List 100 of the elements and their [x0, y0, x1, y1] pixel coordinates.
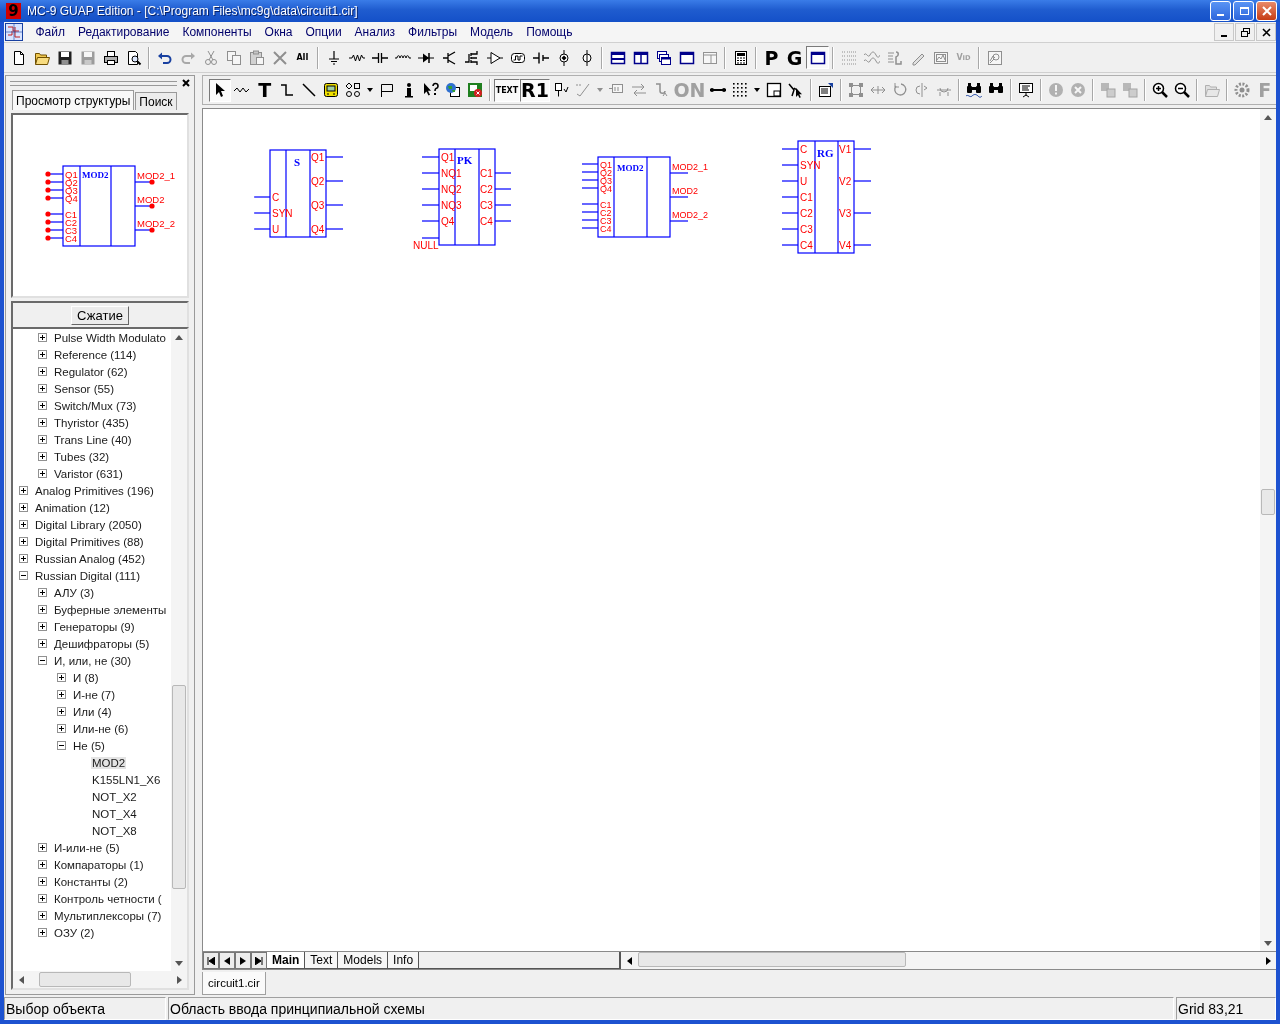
schematic-document-icon[interactable] [5, 23, 23, 41]
tree-item[interactable]: Trans Line (40) [53, 433, 133, 446]
expand-icon[interactable] [38, 843, 47, 852]
tree-item[interactable]: Tubes (32) [53, 450, 111, 463]
menu-item[interactable]: Помощь [519, 25, 579, 39]
tree-item[interactable]: Digital Library (2050) [34, 518, 143, 531]
toolbar-button[interactable]: P [760, 46, 783, 69]
tree-item[interactable]: Russian Analog (452) [34, 552, 146, 565]
tree-item[interactable]: Дешифраторы (5) [53, 637, 151, 650]
expand-icon[interactable] [57, 673, 66, 682]
tree-item[interactable]: И-или-не (5) [53, 841, 121, 854]
tree-item[interactable]: Analog Primitives (196) [34, 484, 155, 497]
sheet-tab[interactable]: Models [338, 952, 389, 969]
expand-icon[interactable] [38, 333, 47, 342]
expand-icon[interactable] [38, 469, 47, 478]
tree-item[interactable]: Мультиплексоры (7) [53, 909, 163, 922]
tree-item[interactable]: Или (4) [72, 705, 113, 718]
expand-icon[interactable] [38, 350, 47, 359]
expand-icon[interactable] [38, 401, 47, 410]
expand-icon[interactable] [38, 452, 47, 461]
expand-icon[interactable] [38, 639, 47, 648]
tree-item[interactable]: ОЗУ (2) [53, 926, 96, 939]
expand-icon[interactable] [38, 588, 47, 597]
collapse-icon[interactable] [57, 741, 66, 750]
expand-icon[interactable] [19, 503, 28, 512]
minimize-button[interactable] [1214, 23, 1234, 41]
tree-item[interactable]: АЛУ (3) [53, 586, 96, 599]
vertical-scrollbar[interactable] [171, 329, 187, 971]
scroll-thumb[interactable] [638, 952, 907, 967]
vertical-scrollbar[interactable] [1260, 109, 1276, 951]
panel-tab[interactable]: Поиск [135, 92, 177, 110]
menu-item[interactable]: Файл [29, 25, 72, 39]
tree-item[interactable]: Не (5) [72, 739, 106, 752]
expand-icon[interactable] [19, 554, 28, 563]
previous-page-button[interactable] [219, 952, 235, 969]
expand-icon[interactable] [38, 384, 47, 393]
tree-item[interactable]: K155LN1_X6 [91, 773, 162, 786]
tree-item[interactable]: Или-не (6) [72, 722, 130, 735]
last-page-button[interactable] [251, 952, 267, 969]
tree-item[interactable]: Генераторы (9) [53, 620, 136, 633]
tree-item[interactable]: Pulse Width Modulato [53, 331, 167, 344]
expand-icon[interactable] [38, 622, 47, 631]
maximize-button[interactable] [1233, 1, 1254, 21]
tree-item[interactable]: Буферные элементы [53, 603, 168, 616]
expand-icon[interactable] [19, 486, 28, 495]
tree-item[interactable]: Компараторы (1) [53, 858, 145, 871]
horizontal-scrollbar[interactable] [13, 971, 187, 988]
tree-item[interactable]: Thyristor (435) [53, 416, 130, 429]
panel-tab[interactable]: Просмотр структуры [12, 90, 135, 110]
expand-icon[interactable] [38, 435, 47, 444]
expand-icon[interactable] [38, 418, 47, 427]
tree-item[interactable]: NOT_X4 [91, 807, 138, 820]
menu-item[interactable]: Компоненты [175, 25, 259, 39]
toolbar-button[interactable]: T [253, 78, 277, 102]
first-page-button[interactable] [203, 952, 219, 969]
tree-item[interactable]: Animation (12) [34, 501, 111, 514]
expand-icon[interactable] [38, 877, 47, 886]
close-button[interactable] [181, 78, 191, 88]
expand-icon[interactable] [38, 894, 47, 903]
menu-item[interactable]: Окна [258, 25, 299, 39]
collapse-icon[interactable] [38, 656, 47, 665]
toolbar-button[interactable]: TEXT [494, 78, 520, 102]
menu-item[interactable]: Фильтры [401, 25, 464, 39]
sheet-tab[interactable]: Main [267, 952, 306, 969]
expand-icon[interactable] [38, 928, 47, 937]
expand-icon[interactable] [57, 724, 66, 733]
tree-item[interactable]: Varistor (631) [53, 467, 124, 480]
tree-item[interactable]: И-не (7) [72, 688, 117, 701]
scroll-thumb[interactable] [172, 685, 186, 889]
compress-button[interactable]: Сжатие [71, 305, 129, 325]
collapse-icon[interactable] [19, 571, 28, 580]
tree-item[interactable]: NOT_X2 [91, 790, 138, 803]
expand-icon[interactable] [38, 605, 47, 614]
sheet-tab[interactable]: Text [305, 952, 339, 969]
window-icon[interactable] [806, 46, 829, 69]
tree-item[interactable]: Regulator (62) [53, 365, 129, 378]
tree-item[interactable]: MOD2 [91, 756, 127, 769]
tree-item[interactable]: Константы (2) [53, 875, 129, 888]
expand-icon[interactable] [19, 520, 28, 529]
menu-item[interactable]: Анализ [348, 25, 402, 39]
arrow-cursor-icon[interactable] [209, 78, 232, 102]
expand-icon[interactable] [38, 911, 47, 920]
scroll-thumb[interactable] [39, 972, 131, 987]
tree-item[interactable]: Sensor (55) [53, 382, 116, 395]
menu-item[interactable]: Редактирование [71, 25, 176, 39]
expand-icon[interactable] [38, 860, 47, 869]
menu-item[interactable]: Опции [298, 25, 349, 39]
horizontal-scrollbar[interactable] [619, 952, 1276, 969]
expand-icon[interactable] [38, 367, 47, 376]
scroll-thumb[interactable] [1261, 489, 1275, 515]
tree-item[interactable]: И, или, не (30) [53, 654, 132, 667]
tree-item[interactable]: И (8) [72, 671, 100, 684]
tree-item[interactable]: Reference (114) [53, 348, 138, 361]
toolbar-button[interactable]: G [783, 46, 806, 69]
next-page-button[interactable] [235, 952, 251, 969]
toolbar-button[interactable]: R1 [519, 78, 551, 102]
tree-item[interactable]: Russian Digital (111) [34, 569, 142, 582]
expand-icon[interactable] [19, 537, 28, 546]
toolbar-button[interactable]: AII [291, 46, 314, 69]
expand-icon[interactable] [57, 707, 66, 716]
